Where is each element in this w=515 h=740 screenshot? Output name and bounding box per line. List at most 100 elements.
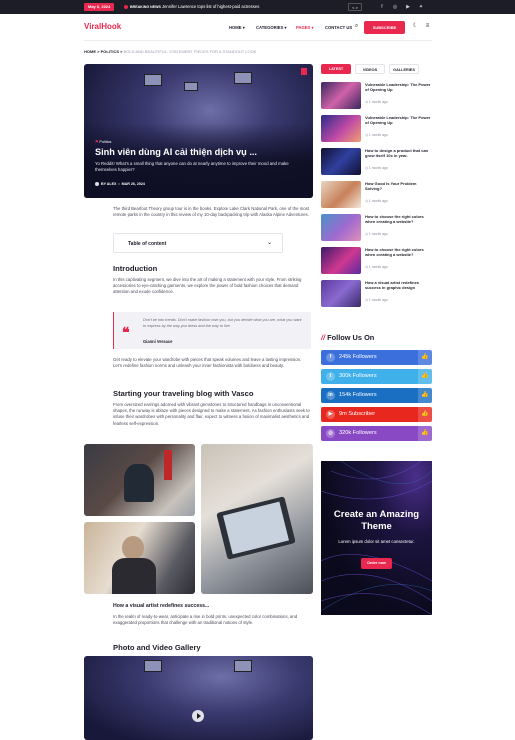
list-item[interactable]: How a visual artist redefines success in… (321, 280, 433, 307)
play-icon[interactable] (192, 710, 204, 722)
ad-title: Create an Amazing Theme (333, 509, 420, 532)
list-item-title: How to design a product that can grow it… (365, 148, 429, 159)
slash-icon: // (321, 333, 326, 342)
quote-author: Gianni Versace (143, 339, 173, 344)
facebook-icon[interactable]: f (378, 3, 386, 11)
nav-categories[interactable]: CATEGORIES ▾ (256, 25, 287, 30)
breaking-dot-icon (124, 5, 128, 10)
thumbs-up-icon: 👍 (418, 407, 432, 422)
blockquote: ❝ Don't be into trends. Don't make fashi… (113, 312, 311, 349)
twitter-icon[interactable]: ✦ (417, 3, 425, 11)
ticker-arrows[interactable]: < > (348, 3, 362, 11)
linkedin-follow-button[interactable]: in 154k Followers 👍 (321, 388, 432, 403)
hero-meta: BY ALEX • MAR 26, 2024 (95, 182, 145, 187)
nav-pages[interactable]: PAGES ▾ (296, 25, 314, 30)
thumbs-up-icon: 👍 (418, 426, 432, 441)
nav-home[interactable]: HOME ▾ (229, 25, 245, 30)
facebook-icon: f (326, 353, 335, 362)
youtube-follow-button[interactable]: ▶ 9m Subscriber 👍 (321, 407, 432, 422)
list-item-date: ◷ 1 month ago (365, 133, 388, 137)
list-item[interactable]: How Good Is Your Problem Solving? ◷ 1 mo… (321, 181, 433, 208)
hero-category[interactable]: ⚑Politics (95, 139, 111, 144)
date-badge: May 6, 2024 (84, 3, 115, 11)
list-item-title: How a visual artist redefines success in… (365, 280, 420, 291)
tab-galleries[interactable]: GALLERIES (389, 64, 419, 74)
hero-excerpt: Yo Reddit! What's a small thing that any… (95, 161, 289, 173)
list-item-date: ◷ 1 month ago (365, 298, 388, 302)
paragraph-blog: From oversized earrings adorned with vib… (113, 402, 310, 426)
news-ticker-link[interactable]: Jennifer Lawrence tops list of highest-p… (162, 3, 259, 11)
heading-introduction: Introduction (113, 264, 158, 273)
list-item-date: ◷ 1 month ago (365, 232, 388, 236)
list-item[interactable]: How to choose the right colors when crea… (321, 247, 433, 274)
breadcrumb-home[interactable]: HOME (84, 49, 96, 54)
heading-gallery: Photo and Video Gallery (113, 643, 201, 652)
hero-title[interactable]: Sinh viên dùng AI cải thiện dịch vụ ... (95, 147, 305, 158)
list-item[interactable]: Vulnerable Leadership: The Power of Open… (321, 115, 433, 142)
youtube-icon[interactable]: ▶ (404, 3, 412, 11)
instagram-follow-button[interactable]: ◎ 320k Followers 👍 (321, 426, 432, 441)
breadcrumb: HOME > POLITICS > BOLD AND BEAUTIFUL: ST… (84, 49, 257, 54)
paragraph-visual-artist: In the realm of ready-to-wear, anticipat… (113, 614, 298, 626)
instagram-icon[interactable]: ◎ (391, 3, 399, 11)
hero-screen-center (184, 82, 198, 91)
list-item[interactable]: How to choose the right colors when crea… (321, 214, 433, 241)
moon-icon[interactable]: ☾ (411, 22, 420, 31)
header-divider (84, 40, 432, 41)
tab-videos[interactable]: VIDEOS (355, 64, 385, 74)
head-shape (122, 536, 144, 560)
breadcrumb-section[interactable]: POLITICS (101, 49, 119, 54)
site-logo[interactable]: ViralHook (84, 22, 121, 31)
bookmark-icon[interactable] (301, 68, 307, 75)
tab-latest[interactable]: LATEST (321, 64, 351, 74)
list-item-title: How to choose the right colors when crea… (365, 247, 424, 258)
paragraph-introduction: In this captivating segment, we dive int… (113, 277, 302, 295)
avatar (95, 182, 99, 187)
twitter-follow-button[interactable]: t 300k Followers 👍 (321, 369, 432, 384)
linkedin-icon: in (326, 391, 335, 400)
hero-screen-left (144, 74, 162, 86)
thumbnail (321, 247, 361, 274)
table-of-content[interactable]: Table of content ⌄ (113, 233, 283, 253)
gallery-image-tablet[interactable] (201, 444, 313, 594)
hero-screen-right (234, 72, 252, 84)
video-screen-left (144, 660, 162, 672)
thumbnail (321, 214, 361, 241)
quote-icon: ❝ (122, 324, 130, 340)
hero-image[interactable] (84, 64, 313, 198)
gallery-image-conference[interactable] (84, 444, 195, 516)
flame-icon: ⚑ (95, 140, 99, 144)
thumbnail (321, 82, 361, 109)
ad-banner[interactable]: Create an Amazing Theme Lorem ipsum dolo… (321, 461, 432, 615)
list-item-date: ◷ 1 month ago (365, 166, 388, 170)
video-screen-right (234, 660, 252, 672)
list-item-date: ◷ 1 month ago (365, 265, 388, 269)
follow-us-heading: //Follow Us On (321, 333, 375, 342)
list-item-title: Vulnerable Leadership: The Power of Open… (365, 82, 431, 93)
list-item-title: How Good Is Your Problem Solving? (365, 181, 417, 192)
article-intro: The third Bearfoot Theory group tour is … (113, 206, 310, 218)
person-shape (124, 464, 154, 502)
nav-contact-us[interactable]: CONTACT US (325, 25, 352, 30)
search-icon[interactable]: ⌕ (352, 22, 361, 31)
list-item-title: How to choose the right colors when crea… (365, 214, 424, 225)
order-now-button[interactable]: Order now (361, 558, 392, 569)
list-item[interactable]: Vulnerable Leadership: The Power of Open… (321, 82, 433, 109)
subscribe-button[interactable]: SUBSCRIBE (364, 21, 405, 34)
chevron-down-icon: ⌄ (266, 240, 272, 246)
youtube-icon: ▶ (326, 410, 335, 419)
heading-blog: Starting your traveling blog with Vasco (113, 389, 254, 398)
thumbs-up-icon: 👍 (418, 388, 432, 403)
breaking-news-label: BREAKING NEWS (124, 3, 161, 11)
instagram-icon: ◎ (326, 429, 335, 438)
facebook-follow-button[interactable]: f 245k Followers 👍 (321, 350, 432, 365)
list-item[interactable]: How to design a product that can grow it… (321, 148, 433, 175)
thumbs-up-icon: 👍 (418, 350, 432, 365)
ad-subtitle: Lorem ipsum dolor sit amet consectetur. (338, 539, 415, 544)
quote-text: Don't be into trends. Don't make fashion… (143, 318, 302, 328)
breadcrumb-current: BOLD AND BEAUTIFUL: STATEMENT PIECES FOR… (123, 49, 257, 54)
menu-icon[interactable]: ≡ (423, 22, 432, 31)
gallery-video[interactable] (84, 656, 313, 740)
gallery-image-businesswoman[interactable] (84, 522, 195, 594)
thumbnail (321, 115, 361, 142)
